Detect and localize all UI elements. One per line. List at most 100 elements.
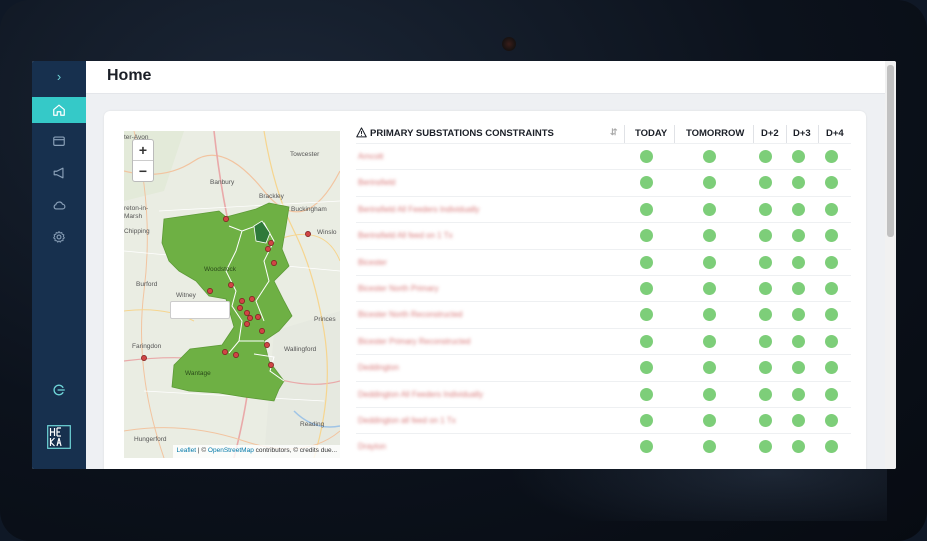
svg-text:reton-in-: reton-in- [124, 205, 148, 212]
table-row[interactable]: Bicester North Primary [356, 275, 851, 302]
substation-name[interactable]: Arncott [358, 152, 383, 161]
table-row[interactable]: Bicester North Reconstructed [356, 301, 851, 328]
substation-name[interactable]: Berinsfield [358, 178, 395, 187]
status-dot-d2 [759, 176, 772, 190]
status-dot-tomorrow [703, 255, 716, 269]
status-dot-today [640, 150, 653, 163]
table-row[interactable]: Drayton [356, 433, 851, 460]
status-dot-d2 [759, 440, 772, 454]
scrollbar-thumb[interactable] [887, 65, 894, 237]
sort-icon[interactable]: ⇵ [610, 127, 618, 138]
sidebar-item-wallet[interactable] [32, 128, 86, 154]
table-row[interactable]: Deddington all feed on 1 Tx [356, 407, 851, 434]
osm-link[interactable]: OpenStreetMap [208, 447, 254, 454]
status-dot-d3 [792, 414, 805, 427]
sidebar-item-cloud[interactable] [32, 192, 86, 218]
table-row[interactable]: Bicester Primary Reconstructed [356, 327, 851, 355]
table-title: PRIMARY SUBSTATIONS CONSTRAINTS [370, 128, 554, 139]
substation-name[interactable]: Bicester North Primary [358, 284, 438, 293]
svg-text:Winslo: Winslo [317, 229, 337, 236]
substation-name[interactable]: Deddington all feed on 1 Tx [358, 416, 456, 425]
table-row[interactable]: Arncott [356, 143, 851, 170]
table-row[interactable]: Berinsfield All feed on 1 Tx [356, 222, 851, 249]
substation-map[interactable]: ter-Avon Towcester Banbury Brackley Buck… [124, 131, 340, 458]
vertical-scrollbar[interactable] [885, 61, 896, 469]
status-dot-d3 [792, 334, 805, 348]
status-dot-tomorrow [703, 387, 716, 401]
status-dot-d3 [792, 387, 805, 401]
status-dot-d4 [825, 387, 838, 401]
status-dot-tomorrow [703, 361, 716, 375]
svg-text:Brackley: Brackley [259, 193, 285, 200]
column-d2[interactable]: D+2 [761, 128, 779, 139]
chevron-right-icon[interactable]: › [32, 67, 86, 87]
status-dot-today [640, 255, 653, 269]
status-dot-d2 [759, 361, 772, 375]
attribution-separator: | © [196, 447, 208, 454]
status-dot-d3 [792, 255, 805, 269]
zoom-in-button[interactable]: + [133, 140, 153, 160]
substation-name[interactable]: Berinsfield All feed on 1 Tx [358, 231, 453, 240]
page-title: Home [107, 67, 152, 84]
home-icon [53, 104, 65, 116]
status-dot-d3 [792, 361, 805, 375]
svg-text:Towcester: Towcester [290, 151, 320, 158]
svg-text:Hungerford: Hungerford [134, 436, 167, 443]
status-dot-d2 [759, 334, 772, 348]
status-dot-d2 [759, 150, 772, 163]
svg-text:Wantage: Wantage [185, 370, 211, 377]
table-row[interactable]: Berinsfield [356, 169, 851, 196]
zoom-out-button[interactable]: − [133, 160, 153, 181]
substation-name[interactable]: Deddington All Feeders Individually [358, 390, 483, 399]
sidebar-item-logout[interactable] [32, 377, 86, 403]
status-dot-d4 [825, 255, 838, 269]
table-row[interactable]: Bicester [356, 248, 851, 276]
status-dot-d2 [759, 229, 772, 243]
status-dot-d4 [825, 440, 838, 454]
column-today[interactable]: TODAY [635, 128, 667, 139]
table-row[interactable]: Berinsfield All Feeders Individually [356, 195, 851, 223]
megaphone-icon [53, 167, 64, 179]
column-d4[interactable]: D+4 [826, 128, 844, 139]
cloud-icon [53, 201, 66, 210]
substation-name[interactable]: Deddington [358, 363, 399, 372]
column-divider [753, 125, 754, 143]
status-dot-d4 [825, 176, 838, 190]
map-attribution: Leaflet | © OpenStreetMap contributors, … [173, 445, 340, 458]
status-dot-tomorrow [703, 282, 716, 295]
status-dot-today [640, 440, 653, 454]
svg-text:Buckingham: Buckingham [291, 206, 327, 213]
status-dot-d2 [759, 282, 772, 295]
top-bar: Home [86, 61, 885, 94]
svg-text:Princes: Princes [314, 316, 336, 323]
logout-icon [53, 384, 65, 396]
svg-text:Faringdon: Faringdon [132, 343, 162, 350]
status-dot-d4 [825, 308, 838, 322]
table-row[interactable]: Deddington All Feeders Individually [356, 380, 851, 408]
substation-name[interactable]: Bicester North Reconstructed [358, 310, 463, 319]
status-dot-d2 [759, 255, 772, 269]
substation-name[interactable]: Berinsfield All Feeders Individually [358, 205, 479, 214]
status-dot-d4 [825, 150, 838, 163]
status-dot-d4 [825, 361, 838, 375]
status-dot-d2 [759, 202, 772, 216]
map-zoom-control: + − [132, 139, 154, 182]
substation-name[interactable]: Bicester Primary Reconstructed [358, 337, 470, 346]
column-tomorrow[interactable]: TOMORROW [686, 128, 744, 139]
substation-name[interactable]: Bicester [358, 258, 387, 267]
substation-name[interactable]: Drayton [358, 442, 386, 451]
status-dot-today [640, 334, 653, 348]
sidebar-item-home[interactable] [32, 97, 86, 123]
status-dot-today [640, 176, 653, 190]
column-d3[interactable]: D+3 [793, 128, 811, 139]
status-dot-d4 [825, 229, 838, 243]
warning-triangle-icon [356, 127, 367, 138]
table-row[interactable]: Deddington [356, 354, 851, 381]
status-dot-tomorrow [703, 202, 716, 216]
status-dot-d4 [825, 334, 838, 348]
sidebar-item-settings[interactable] [32, 224, 86, 250]
leaflet-link[interactable]: Leaflet [176, 447, 196, 454]
sidebar-item-campaigns[interactable] [32, 160, 86, 186]
column-divider [674, 125, 675, 143]
status-dot-d4 [825, 282, 838, 295]
